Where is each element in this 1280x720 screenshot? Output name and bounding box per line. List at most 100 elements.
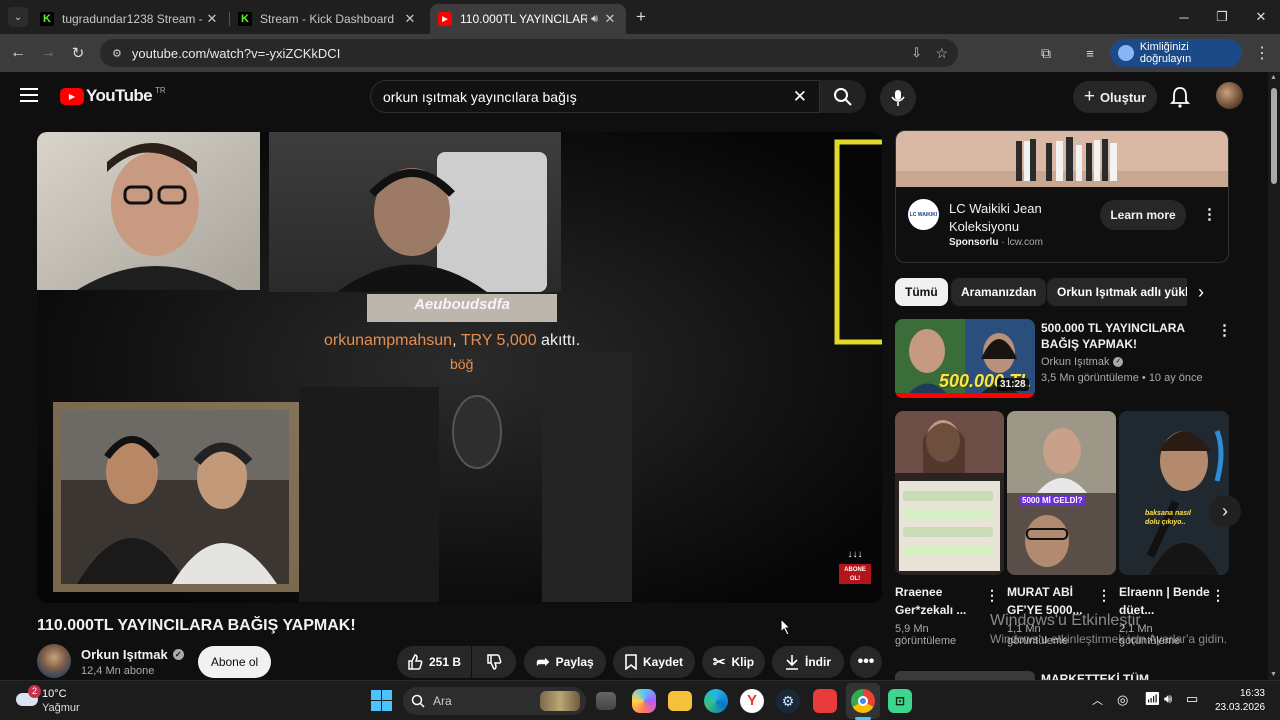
more-actions-button[interactable]: ••• xyxy=(850,646,882,678)
back-button[interactable]: ← xyxy=(6,41,30,65)
yandex-browser-icon[interactable]: Y xyxy=(740,689,764,713)
scrollbar-thumb[interactable] xyxy=(1271,88,1277,184)
scroll-down-icon[interactable]: ▼ xyxy=(1270,671,1277,678)
kick-app-icon[interactable]: ⊡ xyxy=(888,689,912,713)
chips-next-icon[interactable]: › xyxy=(1198,282,1204,303)
windows-start-icon[interactable] xyxy=(371,690,392,711)
more-menu-icon[interactable]: ⋮ xyxy=(1250,41,1274,65)
tray-overflow-icon[interactable]: ︿ xyxy=(1092,692,1103,708)
copilot-icon[interactable] xyxy=(632,689,656,713)
extensions-icon[interactable]: ⧉ xyxy=(1034,41,1058,65)
battery-icon[interactable]: ▭ xyxy=(1186,691,1198,707)
avatar[interactable] xyxy=(1216,82,1243,109)
new-tab-button[interactable]: + xyxy=(632,8,650,26)
steam-icon[interactable]: ⚙ xyxy=(776,689,800,713)
maximize-button[interactable]: ❐ xyxy=(1203,0,1241,34)
tray-app-icon[interactable]: ◎ xyxy=(1117,692,1128,708)
search-input[interactable]: orkun ışıtmak yayıncılara bağış ✕ xyxy=(370,80,820,113)
arrows-icon: ↓↓↓ xyxy=(847,549,863,560)
next-video-title: MARKETTEKİ TÜM xyxy=(1041,672,1149,680)
ad-sponsored-label: Sponsorlu xyxy=(949,237,999,248)
short-menu-icon[interactable]: ⋮ xyxy=(985,587,999,604)
recommended-video[interactable]: 500.000 TL 31:28 500.000 TL YAYINCILARA … xyxy=(895,319,1232,399)
tab-search-button[interactable]: ⌄ xyxy=(8,7,28,27)
next-video-thumbnail[interactable] xyxy=(895,671,1035,680)
weather-widget[interactable]: 2 10°C Yağmur xyxy=(14,685,94,717)
chip-all[interactable]: Tümü xyxy=(895,278,948,306)
minimize-button[interactable]: ─ xyxy=(1165,0,1203,34)
file-explorer-icon[interactable] xyxy=(668,691,692,711)
shorts-next-button[interactable]: › xyxy=(1209,495,1241,527)
create-button[interactable]: + Oluştur xyxy=(1073,81,1157,113)
clear-search-icon[interactable]: ✕ xyxy=(793,87,807,107)
scroll-up-icon[interactable]: ▲ xyxy=(1270,74,1277,81)
notifications-bell-icon[interactable] xyxy=(1169,86,1191,113)
close-icon[interactable]: ✕ xyxy=(402,11,418,27)
browser-tab-strip: ⌄ K tugradundar1238 Stream - Wat ✕ K Str… xyxy=(0,0,1280,34)
like-button[interactable]: 251 B xyxy=(397,646,471,678)
ad-card[interactable]: LC WAIKIKI LC Waikiki Jean Koleksiyonu S… xyxy=(895,130,1229,263)
edge-icon[interactable] xyxy=(704,689,728,713)
notification-badge: 2 xyxy=(28,685,41,698)
taskbar-search[interactable]: Ara xyxy=(403,687,586,715)
weather-condition: Yağmur xyxy=(42,702,80,714)
channel-name[interactable]: Orkun Işıtmak ✓ xyxy=(81,647,184,662)
tab-title: tugradundar1238 Stream - Wat xyxy=(62,12,204,26)
task-view-icon[interactable] xyxy=(596,692,616,710)
plus-icon: + xyxy=(1083,86,1095,107)
short-item[interactable]: Rraenee Ger*zekalı ... 5,9 Mn görüntülem… xyxy=(895,411,1004,647)
hamburger-menu-icon[interactable] xyxy=(20,88,38,102)
app-red-icon[interactable] xyxy=(813,689,837,713)
tab-kick-dashboard[interactable]: K Stream - Kick Dashboard ✕ xyxy=(230,4,426,34)
channel-avatar[interactable] xyxy=(37,644,71,678)
short-views: 5,9 Mn xyxy=(895,623,929,635)
bookmark-star-icon[interactable]: ☆ xyxy=(935,45,948,62)
speaker-icon[interactable]: 🔊︎ xyxy=(591,13,598,26)
video-player[interactable]: Aeuboudsdfa orkunampmahsun, TRY 5,000 ak… xyxy=(37,132,882,603)
short-thumbnail xyxy=(1007,411,1116,575)
media-control-icon[interactable]: ≡ xyxy=(1078,41,1102,65)
tab-youtube-video[interactable]: ▶ 110.000TL YAYINCILARA BAĞ 🔊︎ ✕ xyxy=(430,4,626,34)
chip-from-channel[interactable]: Orkun Işıtmak adlı yükle xyxy=(1047,278,1187,306)
youtube-logo[interactable]: ▶ YouTube TR xyxy=(60,86,166,106)
clip-button[interactable]: ✂ Klip xyxy=(702,646,765,678)
save-label: Kaydet xyxy=(642,655,683,669)
video-menu-icon[interactable]: ⋮ xyxy=(1217,321,1232,339)
subscriber-count: 12,4 Mn abone xyxy=(81,665,155,677)
address-bar[interactable]: ⚙︎ youtube.com/watch?v=-yxiZCKkDCI ⇩ ☆ xyxy=(100,39,958,67)
close-icon[interactable]: ✕ xyxy=(602,11,618,27)
reload-button[interactable]: ↻ xyxy=(66,41,90,65)
save-button[interactable]: Kaydet xyxy=(613,646,695,678)
search-button[interactable] xyxy=(820,80,866,113)
youtube-logo-text: YouTube xyxy=(86,86,153,105)
dislike-button[interactable] xyxy=(472,646,516,678)
chip-from-search[interactable]: Aramanızdan xyxy=(951,278,1047,306)
short-menu-icon[interactable]: ⋮ xyxy=(1211,587,1225,604)
close-window-button[interactable]: ✕ xyxy=(1242,0,1280,34)
close-icon[interactable]: ✕ xyxy=(204,11,220,27)
video-duration: 31:28 xyxy=(997,378,1029,391)
ad-logo: LC WAIKIKI xyxy=(908,199,939,230)
verify-identity-button[interactable]: Kimliğinizi doğrulayın xyxy=(1110,39,1242,67)
subscribe-button[interactable]: Abone ol xyxy=(198,646,271,678)
wifi-icon[interactable]: 📶︎ xyxy=(1144,691,1161,707)
chrome-icon[interactable] xyxy=(851,689,875,713)
forward-button[interactable]: → xyxy=(36,41,60,65)
verify-label: Kimliğinizi doğrulayın xyxy=(1139,41,1192,65)
clock[interactable]: 16:33 23.03.2026 xyxy=(1215,687,1265,715)
voice-search-button[interactable] xyxy=(880,80,916,116)
install-app-icon[interactable]: ⇩ xyxy=(911,45,922,61)
share-button[interactable]: ➦ Paylaş xyxy=(524,646,606,678)
ad-menu-icon[interactable]: ⋮ xyxy=(1202,205,1217,223)
volume-icon[interactable]: 🔊︎ xyxy=(1164,691,1172,707)
tab-kick-stream[interactable]: K tugradundar1238 Stream - Wat ✕ xyxy=(32,4,228,34)
page-scrollbar[interactable]: ▲ ▼ xyxy=(1268,72,1280,680)
download-button[interactable]: İndir xyxy=(772,646,844,678)
short-menu-icon[interactable]: ⋮ xyxy=(1097,587,1111,604)
learn-more-button[interactable]: Learn more xyxy=(1100,200,1186,230)
donation-amount: TRY 5,000 xyxy=(460,332,537,349)
site-info-icon[interactable]: ⚙︎ xyxy=(112,47,122,60)
search-icon xyxy=(834,87,852,106)
search-icon xyxy=(411,694,425,708)
short-overlay-text: baksana nasıl dolu çıkıyo.. xyxy=(1145,510,1191,526)
